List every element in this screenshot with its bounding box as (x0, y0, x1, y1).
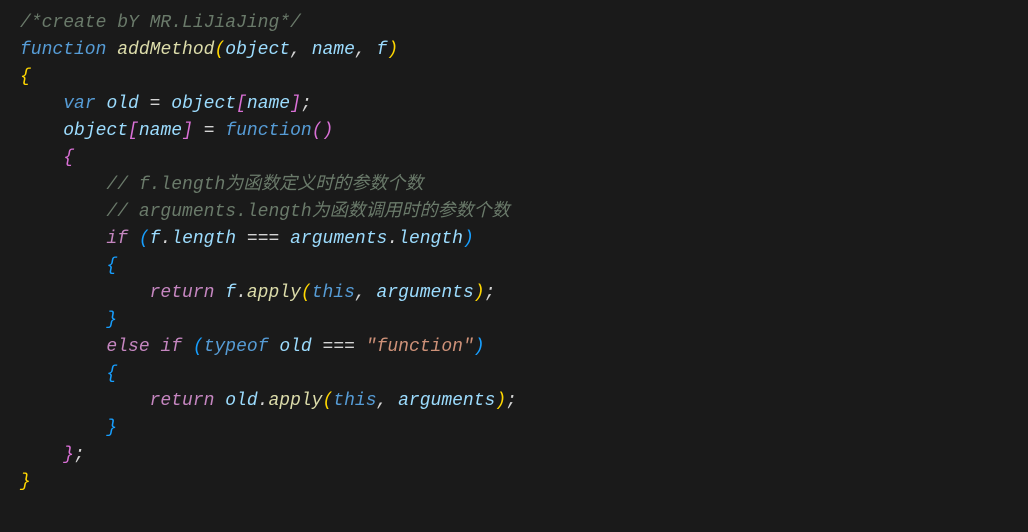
code-line: { (20, 253, 1008, 280)
code-line: } (20, 469, 1008, 496)
method: apply (247, 283, 301, 303)
keyword-typeof: typeof (204, 337, 269, 357)
keyword-return: return (150, 391, 215, 411)
bracket-open: [ (236, 94, 247, 114)
param: name (312, 40, 355, 60)
code-line: { (20, 361, 1008, 388)
variable: name (247, 94, 290, 114)
brace-open: { (20, 67, 31, 87)
keyword-if: if (106, 229, 128, 249)
code-line: object[name] = function() (20, 118, 1008, 145)
code-line: { (20, 64, 1008, 91)
variable: object (171, 94, 236, 114)
paren-open: ( (322, 391, 333, 411)
bracket-open: [ (128, 121, 139, 141)
variable: f (225, 283, 236, 303)
code-editor[interactable]: /*create bY MR.LiJiaJing*/ function addM… (20, 10, 1008, 496)
comment-text: // f.length为函数定义时的参数个数 (106, 175, 423, 195)
code-line: return f.apply(this, arguments); (20, 280, 1008, 307)
property: length (171, 229, 236, 249)
code-line: }; (20, 442, 1008, 469)
brace-close: } (106, 310, 117, 330)
paren-open: ( (193, 337, 204, 357)
keyword-return: return (150, 283, 215, 303)
code-line: if (f.length === arguments.length) (20, 226, 1008, 253)
brace-close: } (106, 418, 117, 438)
keyword-function: function (225, 121, 311, 141)
comment-text: /*create bY MR.LiJiaJing*/ (20, 13, 301, 33)
keyword-var: var (63, 94, 95, 114)
code-line: { (20, 145, 1008, 172)
variable: old (279, 337, 311, 357)
variable: object (63, 121, 128, 141)
paren-close: ) (323, 121, 334, 141)
keyword-function: function (20, 40, 106, 60)
keyword-else: else (106, 337, 149, 357)
paren-close: ) (474, 337, 485, 357)
string-literal: "function" (366, 337, 474, 357)
paren-open: ( (312, 121, 323, 141)
brace-open: { (63, 148, 74, 168)
paren-close: ) (463, 229, 474, 249)
method: apply (268, 391, 322, 411)
code-line: function addMethod(object, name, f) (20, 37, 1008, 64)
variable: f (150, 229, 161, 249)
paren-close: ) (387, 40, 398, 60)
keyword-this: this (312, 283, 355, 303)
variable: arguments (290, 229, 387, 249)
variable: name (139, 121, 182, 141)
code-line: /*create bY MR.LiJiaJing*/ (20, 10, 1008, 37)
code-line: var old = object[name]; (20, 91, 1008, 118)
bracket-close: ] (290, 94, 301, 114)
paren-open: ( (214, 40, 225, 60)
brace-close: } (20, 472, 31, 492)
param: object (225, 40, 290, 60)
variable: arguments (377, 283, 474, 303)
bracket-close: ] (182, 121, 193, 141)
brace-open: { (106, 256, 117, 276)
code-line: } (20, 415, 1008, 442)
paren-close: ) (495, 391, 506, 411)
paren-open: ( (301, 283, 312, 303)
paren-open: ( (139, 229, 150, 249)
brace-open: { (106, 364, 117, 384)
code-line: } (20, 307, 1008, 334)
variable: old (106, 94, 138, 114)
comment-text: // arguments.length为函数调用时的参数个数 (106, 202, 509, 222)
variable: old (225, 391, 257, 411)
param: f (377, 40, 388, 60)
code-line: // arguments.length为函数调用时的参数个数 (20, 199, 1008, 226)
keyword-this: this (333, 391, 376, 411)
code-line: return old.apply(this, arguments); (20, 388, 1008, 415)
code-line: // f.length为函数定义时的参数个数 (20, 172, 1008, 199)
variable: arguments (398, 391, 495, 411)
brace-close: } (63, 445, 74, 465)
property: length (398, 229, 463, 249)
function-name: addMethod (117, 40, 214, 60)
paren-close: ) (474, 283, 485, 303)
keyword-if: if (160, 337, 182, 357)
code-line: else if (typeof old === "function") (20, 334, 1008, 361)
